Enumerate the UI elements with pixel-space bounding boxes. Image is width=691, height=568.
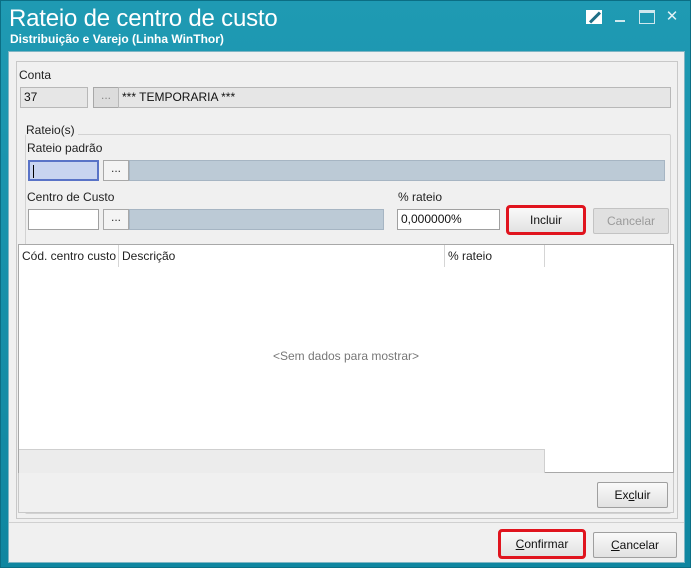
percent-rateio-input[interactable]: 0,000000% bbox=[397, 209, 500, 230]
column-header-descricao[interactable]: Descrição bbox=[119, 245, 445, 267]
rateio-padrao-label: Rateio padrão bbox=[27, 141, 103, 155]
conta-lookup-button[interactable]: ... bbox=[93, 87, 119, 108]
dialog-footer: Confirmar Cancelar bbox=[9, 522, 684, 562]
excluir-button[interactable]: Excluir bbox=[597, 482, 668, 508]
rateio-padrao-description bbox=[129, 160, 665, 181]
percent-rateio-label: % rateio bbox=[398, 190, 443, 204]
edit-icon[interactable] bbox=[586, 10, 602, 24]
conta-label: Conta bbox=[19, 68, 52, 82]
rateios-group-label: Rateio(s) bbox=[26, 123, 78, 137]
grid-footer: Excluir bbox=[18, 473, 674, 513]
maximize-icon[interactable] bbox=[639, 10, 655, 24]
rateio-grid[interactable]: Cód. centro custo Descrição % rateio <Se… bbox=[18, 244, 674, 473]
grid-empty-message: <Sem dados para mostrar> bbox=[272, 349, 420, 363]
rateio-padrao-lookup-button[interactable]: ... bbox=[103, 160, 129, 181]
window-subtitle: Distribuição e Varejo (Linha WinThor) bbox=[10, 32, 224, 46]
excluir-label-prefix: Ex bbox=[614, 488, 629, 502]
cancelar-label-accel: C bbox=[610, 538, 620, 552]
grid-header: Cód. centro custo Descrição % rateio bbox=[19, 245, 673, 267]
conta-description-field: *** TEMPORARIA *** bbox=[118, 87, 671, 108]
incluir-button[interactable]: Incluir bbox=[506, 205, 586, 235]
column-header-codigo[interactable]: Cód. centro custo bbox=[19, 245, 119, 267]
confirmar-label-rest: onfirmar bbox=[524, 537, 569, 551]
window-title: Rateio de centro de custo bbox=[9, 5, 278, 32]
rateio-padrao-input[interactable] bbox=[28, 160, 99, 181]
centro-custo-label: Centro de Custo bbox=[27, 190, 115, 204]
grid-horizontal-scrollbar[interactable] bbox=[19, 449, 545, 473]
centro-custo-lookup-button[interactable]: ... bbox=[103, 209, 129, 230]
cancelar-label-rest: ancelar bbox=[619, 538, 660, 552]
centro-custo-input[interactable] bbox=[28, 209, 99, 230]
minimize-icon[interactable] bbox=[613, 10, 629, 24]
excluir-label-suffix: luir bbox=[634, 488, 651, 502]
cancelar-rateio-button[interactable]: Cancelar bbox=[593, 208, 669, 234]
centro-custo-description bbox=[129, 209, 384, 230]
confirmar-button[interactable]: Confirmar bbox=[498, 529, 586, 559]
dialog-window: Rateio de centro de custo Distribuição e… bbox=[0, 0, 691, 568]
conta-code-field[interactable]: 37 bbox=[20, 87, 88, 108]
dialog-body: Conta 37 ... *** TEMPORARIA *** Rateio(s… bbox=[8, 51, 685, 563]
column-header-percent[interactable]: % rateio bbox=[445, 245, 545, 267]
cancelar-button[interactable]: Cancelar bbox=[593, 532, 677, 558]
close-icon[interactable]: ✕ bbox=[664, 9, 680, 24]
